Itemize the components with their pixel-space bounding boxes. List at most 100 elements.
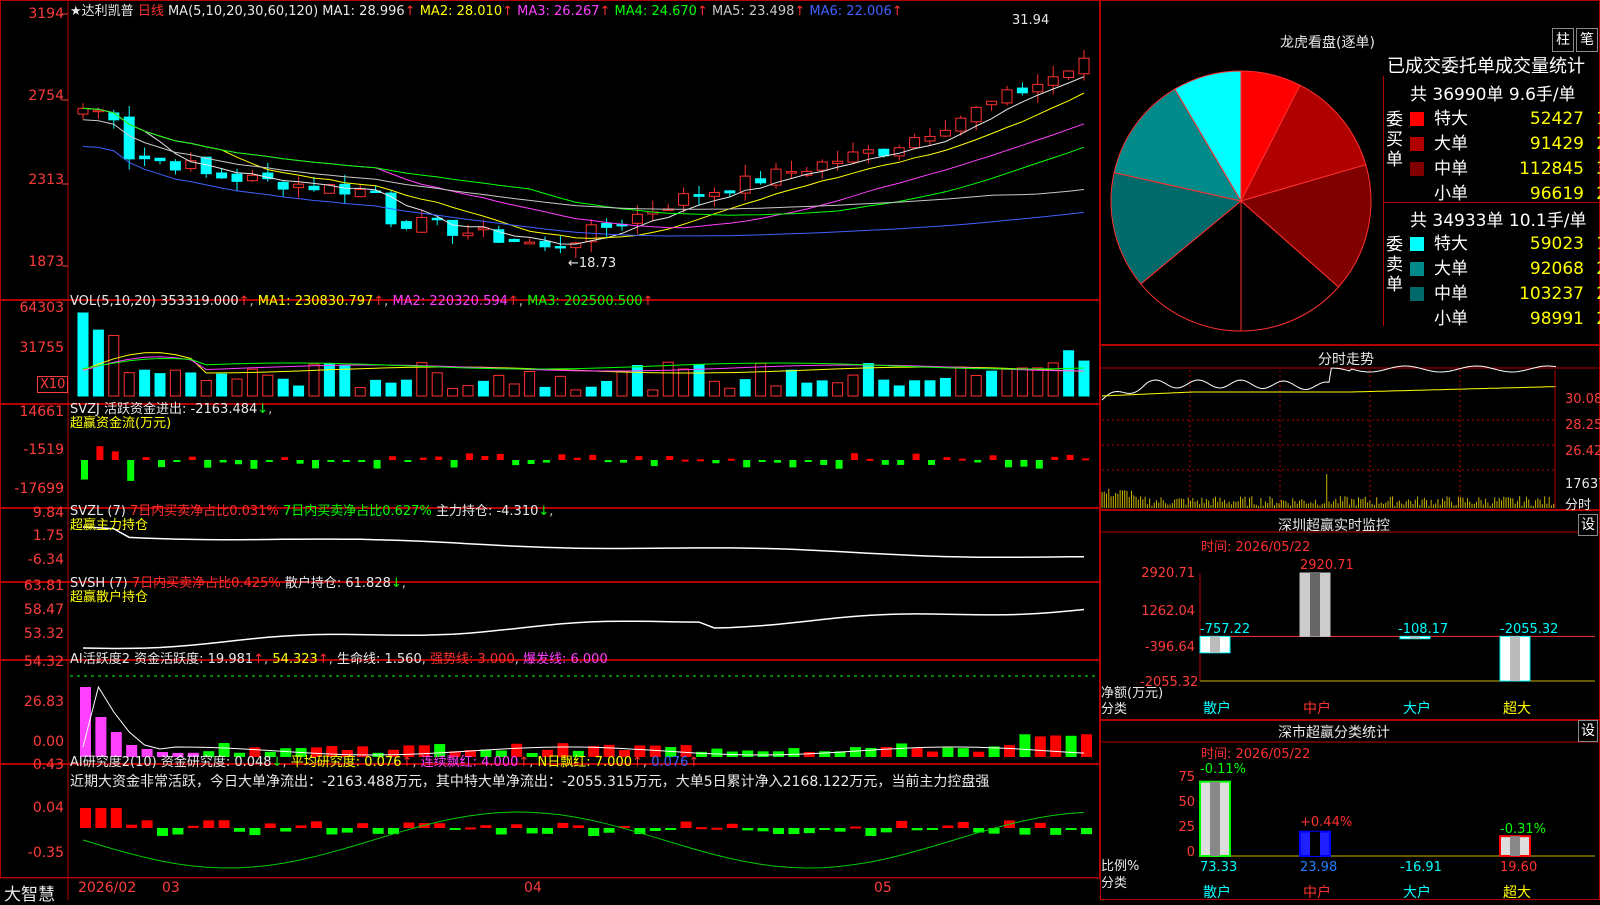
volume-bar	[277, 378, 289, 397]
fund-flow-bar	[943, 457, 951, 460]
monitor-bar-value: -2055.32	[1500, 622, 1559, 637]
research-bar	[264, 823, 276, 828]
svzl-subtitle: 超赢主力持仓	[70, 518, 149, 533]
fund-flow-bar	[928, 460, 935, 465]
research-bar	[465, 827, 476, 830]
candlestick	[400, 221, 412, 229]
sz-class-settings-button[interactable]: 设	[1578, 720, 1598, 742]
research-bar	[434, 823, 446, 828]
volume-bar	[477, 380, 489, 397]
fund-flow-bar	[820, 460, 828, 465]
ai-research-t4: N日飘红: 7.000	[537, 755, 633, 770]
research-bar	[157, 828, 168, 836]
class-bar-value: -16.91	[1400, 860, 1442, 875]
main-y-label: 3194	[28, 6, 64, 22]
research-bar	[403, 822, 415, 828]
ai-research-t3: 连续飘红: 4.000	[420, 755, 519, 770]
volume-bar	[108, 335, 120, 397]
monitor-y-label: 1262.04	[1141, 604, 1195, 619]
fund-flow-bar	[912, 453, 920, 460]
volume-bar	[1001, 368, 1013, 397]
svzl-y-label: 9.84	[32, 505, 64, 521]
volume-bar	[370, 379, 382, 397]
research-bar	[542, 828, 553, 834]
candlestick	[693, 194, 705, 197]
volume-bar	[986, 370, 998, 397]
intraday-title: 分时走势	[1318, 352, 1374, 368]
candlestick	[970, 106, 982, 123]
order-size-label: 小单	[1434, 184, 1468, 204]
candlestick	[909, 137, 921, 149]
vol-value: 353319.000	[160, 294, 239, 309]
activity-bar	[1065, 735, 1077, 757]
research-bar	[357, 823, 369, 828]
monitor-bar-shade	[1210, 636, 1220, 653]
time-label: 04	[524, 880, 542, 896]
fund-flow-bar	[666, 456, 674, 460]
fund-flow-bar	[835, 460, 843, 469]
candlestick	[154, 157, 166, 162]
research-bar	[511, 824, 523, 828]
ma-value-4: MA4: 24.670	[610, 4, 697, 19]
stat-divider	[1383, 76, 1384, 326]
class-category: 超大	[1503, 885, 1531, 901]
research-bar	[819, 828, 831, 830]
research-bar	[742, 828, 754, 831]
ai-active-header: AI活跃度2 资金活跃度: 19.981↑, 54.323↑, 生命线: 1.5…	[70, 652, 608, 667]
ai-active-y-label: 0.00	[32, 734, 64, 750]
fund-flow-bar	[296, 460, 304, 464]
sell-total: 共 34933单 10.1手/单	[1410, 211, 1587, 231]
candlestick	[277, 181, 289, 190]
class-bar-value: 73.33	[1200, 860, 1238, 875]
volume-bar	[878, 379, 890, 397]
color-swatch-icon	[1410, 137, 1424, 151]
volume-bar	[939, 377, 951, 397]
fund-flow-bar	[481, 456, 489, 460]
fund-flow-bar	[358, 460, 366, 462]
up-arrow-icon: ↑	[794, 4, 806, 19]
ai-active-y-label: 54.32	[23, 654, 64, 670]
ma-value-3: MA3: 26.267	[513, 4, 600, 19]
research-bar	[896, 820, 908, 828]
bar-view-button[interactable]: 柱	[1552, 28, 1574, 52]
activity-bar	[1004, 745, 1015, 757]
volume-bar	[847, 374, 859, 397]
research-bar	[203, 820, 215, 828]
fund-flow-bar	[404, 460, 412, 462]
fund-flow-bar	[512, 460, 520, 466]
volume-bar	[200, 380, 212, 397]
monitor-bar-shade	[1510, 636, 1520, 681]
fund-flow-bar	[989, 455, 997, 460]
monitor-category: 中户	[1303, 701, 1331, 717]
order-size-percent: 26%	[1584, 259, 1600, 279]
color-swatch-icon	[1410, 287, 1424, 301]
monitor-y-label: -396.64	[1144, 640, 1195, 655]
order-size-label: 特大	[1434, 234, 1468, 254]
candlestick	[939, 129, 951, 137]
fund-flow-bar	[804, 460, 812, 462]
sz-monitor-settings-button[interactable]: 设	[1578, 514, 1598, 536]
fund-flow-bar	[727, 458, 735, 461]
ai-active-title: AI活跃度2	[70, 652, 130, 667]
ai-research-title: AI研究度2(10)	[70, 755, 157, 770]
order-size-value: 96619	[1529, 184, 1584, 204]
favorite-star-icon[interactable]: ★	[70, 4, 82, 19]
monitor-bar-shade	[1310, 573, 1320, 637]
fund-flow-bar	[173, 460, 181, 462]
low-price-marker: ←18.73	[568, 256, 617, 271]
candlestick	[77, 107, 89, 115]
research-bar	[1034, 822, 1046, 828]
monitor-category: 大户	[1403, 701, 1431, 717]
period-label[interactable]: 日线	[138, 4, 164, 19]
volume-bar	[308, 363, 320, 397]
ma-params: MA(5,10,20,30,60,120)	[167, 4, 319, 19]
tick-view-button[interactable]: 笔	[1576, 28, 1598, 52]
candlestick	[308, 185, 320, 191]
candlestick	[462, 232, 474, 237]
candlestick	[539, 240, 551, 248]
volume-bar	[400, 379, 412, 397]
fund-flow-bar	[450, 460, 458, 468]
order-size-percent: 15%	[1584, 109, 1600, 129]
volume-bar	[139, 369, 151, 397]
activity-bar	[1019, 734, 1031, 757]
